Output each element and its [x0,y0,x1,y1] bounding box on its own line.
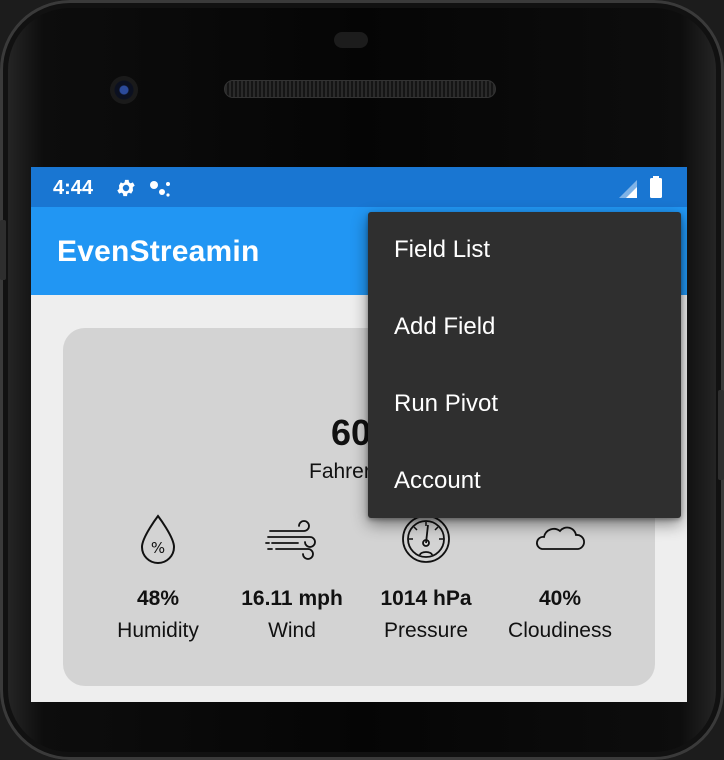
temperature-unit: Fahrer [309,460,371,483]
app-title: EvenStreamin [57,235,260,268]
battery-icon [650,176,662,198]
menu-item-account[interactable]: Account [368,443,681,519]
metric-label: Cloudiness [508,619,612,642]
signal-icon [619,180,637,198]
metric-value: 48% [136,587,180,610]
assistant-dots-icon [150,181,170,197]
metric-humidity: % 48% Humidity [83,513,233,643]
temperature-value: 60 [331,412,372,453]
phone-notch [334,32,368,48]
front-camera [110,76,138,104]
menu-item-label: Run Pivot [394,390,499,417]
menu-item-label: Account [394,467,481,494]
wind-icon [265,520,316,560]
side-button [718,390,724,480]
metric-value: 40% [538,587,582,610]
metric-cloudiness: 40% Cloudiness [485,513,635,643]
metric-value: 1014 hPa [380,587,472,610]
humidity-icon: % [140,514,176,564]
menu-item-field-list[interactable]: Field List [368,212,681,288]
menu-item-label: Add Field [394,313,496,340]
metric-wind: 16.11 mph Wind [217,513,367,643]
side-button [0,220,6,280]
menu-item-add-field[interactable]: Add Field [368,289,681,365]
cloud-icon [536,526,585,550]
overflow-menu: Field List Add Field Run Pivot Account [368,212,681,518]
metric-value: 16.11 mph [241,587,343,610]
gear-icon [117,179,135,197]
metric-label: Humidity [117,619,199,642]
status-bar: 4:44 [31,167,687,207]
metric-pressure: 1014 hPa Pressure [351,513,501,643]
pressure-gauge-icon [402,515,450,563]
svg-text:%: % [151,539,165,557]
status-time: 4:44 [53,177,94,199]
earpiece-speaker [224,80,496,98]
metric-label: Wind [268,619,316,642]
metric-label: Pressure [383,619,469,642]
phone-screen: 4:44 EvenStreamin 60 Fahrer % 48% Humidi… [31,167,687,702]
menu-item-label: Field List [394,236,491,263]
menu-item-run-pivot[interactable]: Run Pivot [368,366,681,442]
